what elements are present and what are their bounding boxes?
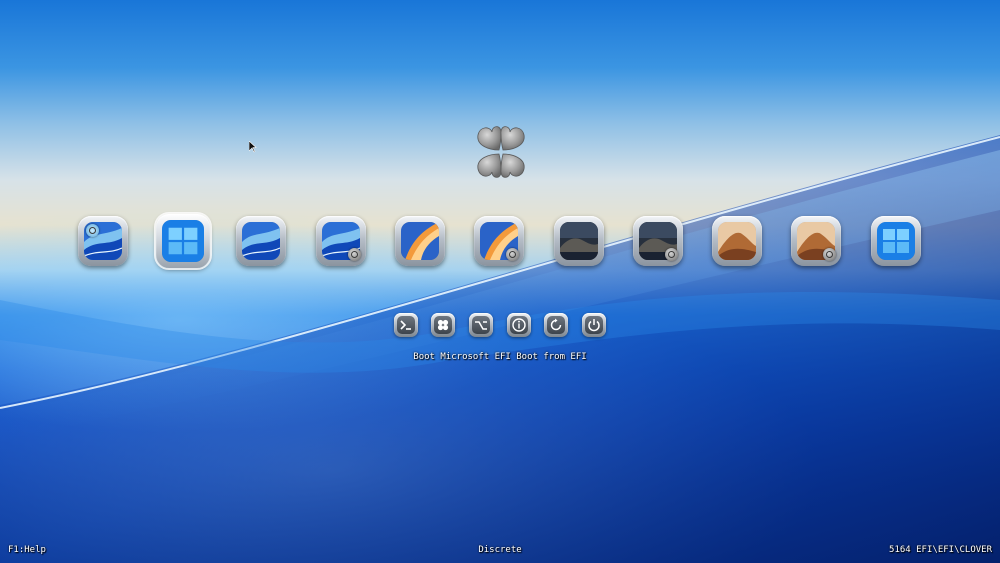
boot-microsoft-efi[interactable]	[154, 212, 212, 270]
power-icon	[588, 319, 600, 332]
revision-path: 5164 EFI\EFI\CLOVER	[889, 545, 992, 555]
boot-macos-mojave[interactable]	[712, 216, 762, 266]
boot-macos-ventura[interactable]	[395, 216, 445, 266]
boot-windows[interactable]	[871, 216, 921, 266]
shell-tool[interactable]	[394, 313, 418, 337]
windows-logo-icon	[162, 220, 204, 262]
boot-macos-ventura-data[interactable]	[474, 216, 524, 266]
disk-icon	[823, 248, 836, 261]
disk-icon	[348, 248, 361, 261]
about-tool[interactable]	[507, 313, 531, 337]
install-icon	[86, 224, 99, 237]
wallpaper-wave	[0, 135, 1000, 563]
windows-logo-icon	[877, 222, 915, 260]
sonoma-wave-icon	[242, 222, 280, 260]
terminal-icon	[400, 320, 411, 330]
graphics-mode: Discrete	[478, 545, 522, 555]
boot-macos-catalina[interactable]	[554, 216, 604, 266]
restart-icon	[550, 318, 562, 331]
mojave-dune-icon	[718, 222, 756, 260]
catalina-island-icon	[560, 222, 598, 260]
options-tool[interactable]	[469, 313, 493, 337]
ventura-light-icon	[401, 222, 439, 260]
disk-icon	[506, 248, 519, 261]
boot-macos-sonoma[interactable]	[236, 216, 286, 266]
selected-entry-description: Boot Microsoft EFI Boot from EFI	[413, 352, 587, 362]
clover-icon	[437, 319, 449, 331]
option-key-icon	[475, 321, 487, 330]
boot-macos-mojave-data[interactable]	[791, 216, 841, 266]
shutdown-tool[interactable]	[582, 313, 606, 337]
boot-macos-sonoma-data[interactable]	[316, 216, 366, 266]
clover-logo-icon	[477, 126, 525, 178]
reset-tool[interactable]	[544, 313, 568, 337]
mouse-pointer-icon	[249, 141, 257, 153]
boot-macos-sonoma-recovery[interactable]	[78, 216, 128, 266]
info-icon	[512, 318, 526, 332]
clover-options-tool[interactable]	[431, 313, 455, 337]
disk-icon	[665, 248, 678, 261]
boot-macos-catalina-data[interactable]	[633, 216, 683, 266]
